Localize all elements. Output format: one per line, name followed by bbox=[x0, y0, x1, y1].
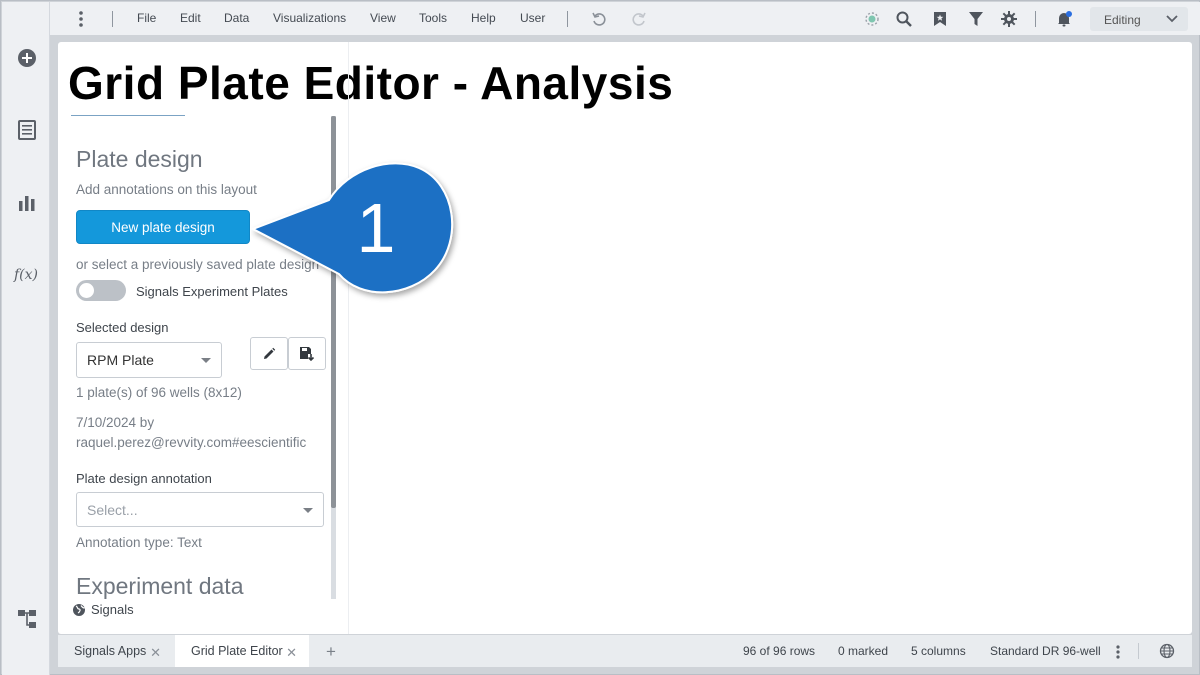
ai-assistant-icon[interactable] bbox=[863, 10, 881, 28]
left-rail: f(x) bbox=[2, 2, 50, 675]
page-title: Grid Plate Editor - Analysis bbox=[68, 57, 674, 109]
bookmark-icon[interactable] bbox=[931, 10, 949, 28]
selected-design-dropdown[interactable]: RPM Plate bbox=[76, 342, 222, 378]
add-icon[interactable] bbox=[15, 46, 39, 70]
filter-icon[interactable] bbox=[967, 10, 985, 28]
menu-help[interactable]: Help bbox=[471, 11, 496, 25]
mode-dropdown[interactable]: Editing bbox=[1090, 7, 1188, 31]
undo-icon[interactable] bbox=[590, 10, 608, 28]
visualizations-icon[interactable] bbox=[15, 190, 39, 214]
globe-icon[interactable] bbox=[1159, 643, 1175, 659]
section-title-experiment-data: Experiment data bbox=[76, 573, 244, 599]
columns-status: 5 columns bbox=[911, 644, 966, 658]
settings-icon[interactable] bbox=[1000, 10, 1018, 28]
menu-view[interactable]: View bbox=[370, 11, 396, 25]
annotation-type: Annotation type: Text bbox=[76, 535, 202, 550]
status-separator bbox=[1138, 643, 1139, 659]
page-canvas: Grid Plate Editor - Analysis Plate desig… bbox=[58, 42, 1192, 634]
edit-design-button[interactable] bbox=[250, 337, 288, 370]
plates-info: 1 plate(s) of 96 wells (8x12) bbox=[76, 385, 242, 400]
toggle-knob bbox=[79, 283, 94, 298]
section-title-plate-design: Plate design bbox=[76, 146, 203, 172]
marked-status: 0 marked bbox=[838, 644, 889, 658]
pencil-icon bbox=[264, 347, 276, 359]
saved-date: 7/10/2024 by bbox=[76, 415, 155, 430]
chevron-down-icon bbox=[201, 358, 211, 363]
add-tab-icon[interactable]: + bbox=[326, 642, 336, 662]
annotation-placeholder: Select... bbox=[87, 502, 138, 518]
filter-scheme-status[interactable]: Standard DR 96-well bbox=[990, 644, 1101, 658]
close-icon[interactable]: ✕ bbox=[286, 645, 297, 661]
saved-by: raquel.perez@revvity.com#eescientific bbox=[76, 435, 307, 450]
kebab-menu-icon[interactable] bbox=[77, 10, 85, 28]
chevron-down-icon bbox=[303, 508, 313, 513]
menu-edit[interactable]: Edit bbox=[180, 11, 201, 25]
selected-design-value: RPM Plate bbox=[87, 352, 154, 368]
menu-bar: File Edit Data Visualizations View Tools… bbox=[50, 2, 1200, 35]
menu-separator bbox=[1035, 11, 1036, 27]
menu-tools[interactable]: Tools bbox=[419, 11, 447, 25]
globe-icon bbox=[73, 603, 85, 616]
menu-data[interactable]: Data bbox=[224, 11, 249, 25]
signals-link[interactable]: Signals bbox=[72, 602, 134, 617]
signals-link-label: Signals bbox=[91, 602, 134, 617]
annotation-label: Plate design annotation bbox=[76, 471, 212, 486]
menu-separator bbox=[112, 11, 113, 27]
menu-user[interactable]: User bbox=[520, 11, 545, 25]
app-frame: f(x) File Edit Data Visualizations View … bbox=[0, 0, 1200, 675]
save-design-button[interactable] bbox=[288, 337, 326, 370]
menu-separator bbox=[567, 11, 568, 27]
status-menu-icon[interactable] bbox=[1115, 644, 1121, 660]
annotation-dropdown[interactable]: Select... bbox=[76, 492, 324, 527]
save-icon bbox=[300, 346, 315, 361]
selected-design-label: Selected design bbox=[76, 320, 169, 335]
chevron-down-icon bbox=[1166, 15, 1178, 23]
redo-icon[interactable] bbox=[630, 10, 648, 28]
callout-number: 1 bbox=[356, 189, 396, 267]
plate-design-subtitle: Add annotations on this layout bbox=[76, 182, 257, 197]
function-icon[interactable]: f(x) bbox=[13, 263, 39, 287]
search-icon[interactable] bbox=[895, 10, 913, 28]
data-table-icon[interactable] bbox=[15, 118, 39, 142]
close-icon[interactable]: ✕ bbox=[150, 645, 161, 661]
tab-label: Grid Plate Editor bbox=[191, 644, 283, 658]
mode-label: Editing bbox=[1104, 13, 1141, 27]
rows-status: 96 of 96 rows bbox=[743, 644, 816, 658]
tab-grid-plate-editor[interactable]: Grid Plate Editor ✕ bbox=[175, 635, 309, 667]
tab-signals-apps[interactable]: Signals Apps ✕ bbox=[58, 635, 173, 667]
panel-divider bbox=[348, 42, 349, 634]
bottom-tab-bar: Signals Apps ✕ Grid Plate Editor ✕ + 96 … bbox=[58, 635, 1192, 667]
signals-experiment-plates-toggle[interactable] bbox=[76, 280, 126, 301]
notifications-icon[interactable] bbox=[1055, 10, 1073, 28]
data-canvas-icon[interactable] bbox=[15, 607, 39, 631]
new-plate-design-label: New plate design bbox=[111, 219, 215, 235]
menu-visualizations[interactable]: Visualizations bbox=[273, 11, 346, 25]
menu-file[interactable]: File bbox=[137, 11, 156, 25]
function-icon-label: f(x) bbox=[13, 267, 38, 283]
new-plate-design-button[interactable]: New plate design bbox=[76, 210, 250, 244]
tab-label: Signals Apps bbox=[74, 644, 147, 658]
